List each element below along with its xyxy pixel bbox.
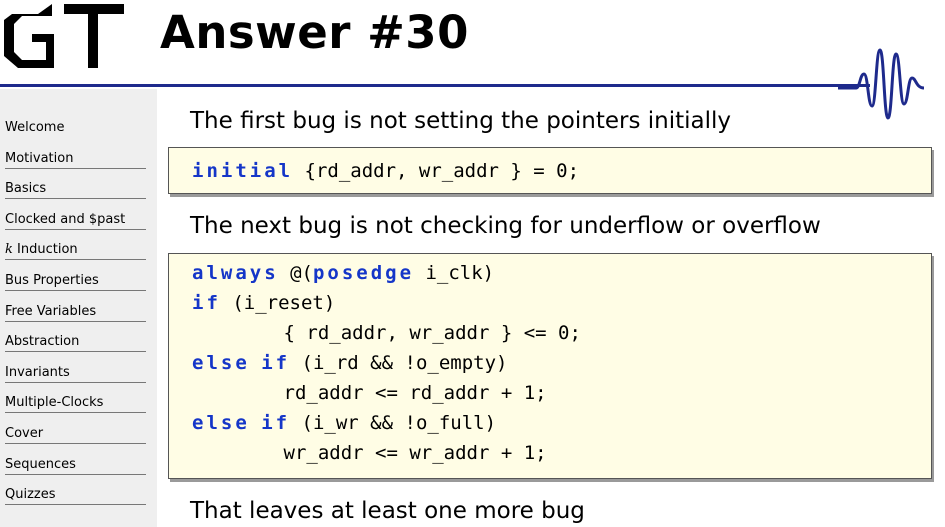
paragraph-more-bug: That leaves at least one more bug [190, 498, 585, 524]
code-line: initial {rd_addr, wr_addr } = 0; [192, 156, 931, 186]
sidebar-item-basics[interactable]: Basics [5, 177, 146, 208]
code-keyword: if [192, 292, 221, 314]
code-line: always @(posedge i_clk) [192, 258, 931, 288]
sidebar-link-text: Induction [17, 242, 78, 258]
sidebar-item-quizzes[interactable]: Quizzes [5, 483, 146, 514]
sidebar-item-clocked[interactable]: Clocked and $past [5, 208, 146, 239]
sidebar-item-multiple-clocks[interactable]: Multiple-Clocks [5, 391, 146, 422]
code-text: initial {rd_addr, wr_addr } = 0; [169, 148, 931, 186]
sidebar-nav: Welcome Motivation Basics Clocked and $p… [0, 89, 157, 527]
code-line: if (i_reset) [192, 288, 931, 318]
sidebar-link[interactable]: Invariants [5, 365, 70, 380]
code-token: {rd_addr, wr_addr } = 0; [293, 160, 580, 182]
sidebar-link[interactable]: Welcome [5, 120, 64, 135]
code-keyword: else [192, 352, 250, 374]
k-symbol: k [5, 242, 13, 258]
code-block-initial: initial {rd_addr, wr_addr } = 0; [168, 147, 932, 194]
sidebar-item-motivation[interactable]: Motivation [5, 147, 146, 178]
code-token: (i_reset) [220, 292, 336, 314]
sidebar-list: Welcome Motivation Basics Clocked and $p… [5, 116, 146, 514]
code-token: { rd_addr, wr_addr } <= 0; [192, 322, 581, 344]
sidebar-item-sequences[interactable]: Sequences [5, 453, 146, 484]
sidebar-link[interactable]: Cover [5, 426, 43, 441]
code-token: rd_addr <= rd_addr + 1; [192, 382, 547, 404]
code-token: @( [278, 262, 313, 284]
code-line: else if (i_rd && !o_empty) [192, 348, 931, 378]
code-token: i_clk) [414, 262, 495, 284]
sidebar-link[interactable]: k Induction [5, 242, 78, 257]
sidebar-item-bus-properties[interactable]: Bus Properties [5, 269, 146, 300]
code-text: always @(posedge i_clk) if (i_reset) { rd… [169, 254, 931, 468]
code-token: wr_addr <= wr_addr + 1; [192, 442, 547, 464]
header-rule [0, 84, 870, 87]
sidebar-item-abstraction[interactable]: Abstraction [5, 330, 146, 361]
code-keyword: initial [192, 160, 294, 182]
slide-header: Answer #30 [0, 0, 945, 120]
sidebar-item-cover[interactable]: Cover [5, 422, 146, 453]
sidebar-link[interactable]: Bus Properties [5, 273, 99, 288]
code-keyword: if [261, 412, 291, 434]
sidebar-item-welcome[interactable]: Welcome [5, 116, 146, 147]
sidebar-link[interactable]: Clocked and $past [5, 212, 125, 227]
code-line: rd_addr <= rd_addr + 1; [192, 378, 931, 408]
code-line: wr_addr <= wr_addr + 1; [192, 438, 931, 468]
sidebar-link[interactable]: Motivation [5, 151, 73, 166]
code-line: { rd_addr, wr_addr } <= 0; [192, 318, 931, 348]
sidebar-link[interactable]: Quizzes [5, 487, 56, 502]
code-token: (i_wr && !o_full) [290, 412, 497, 434]
sidebar-link[interactable]: Multiple-Clocks [5, 395, 103, 410]
paragraph-next-bug: The next bug is not checking for underfl… [190, 213, 821, 239]
sidebar-item-k-induction[interactable]: k Induction [5, 238, 146, 269]
slide-title: Answer #30 [160, 6, 469, 59]
code-keyword: if [261, 352, 291, 374]
code-keyword: else [192, 412, 250, 434]
sidebar-item-invariants[interactable]: Invariants [5, 361, 146, 392]
sidebar-link[interactable]: Abstraction [5, 334, 79, 349]
sidebar-item-free-variables[interactable]: Free Variables [5, 300, 146, 331]
sidebar-link[interactable]: Sequences [5, 457, 76, 472]
paragraph-first-bug: The first bug is not setting the pointer… [190, 108, 732, 134]
sidebar-link[interactable]: Free Variables [5, 304, 96, 319]
code-line: else if (i_wr && !o_full) [192, 408, 931, 438]
code-keyword: always [192, 262, 279, 284]
gt-logo [4, 4, 124, 68]
code-keyword: posedge [312, 262, 415, 284]
code-token: (i_rd && !o_empty) [290, 352, 508, 374]
sidebar-link[interactable]: Basics [5, 181, 46, 196]
slide-body: The first bug is not setting the pointer… [157, 89, 945, 527]
code-block-always: always @(posedge i_clk) if (i_reset) { rd… [168, 253, 932, 479]
